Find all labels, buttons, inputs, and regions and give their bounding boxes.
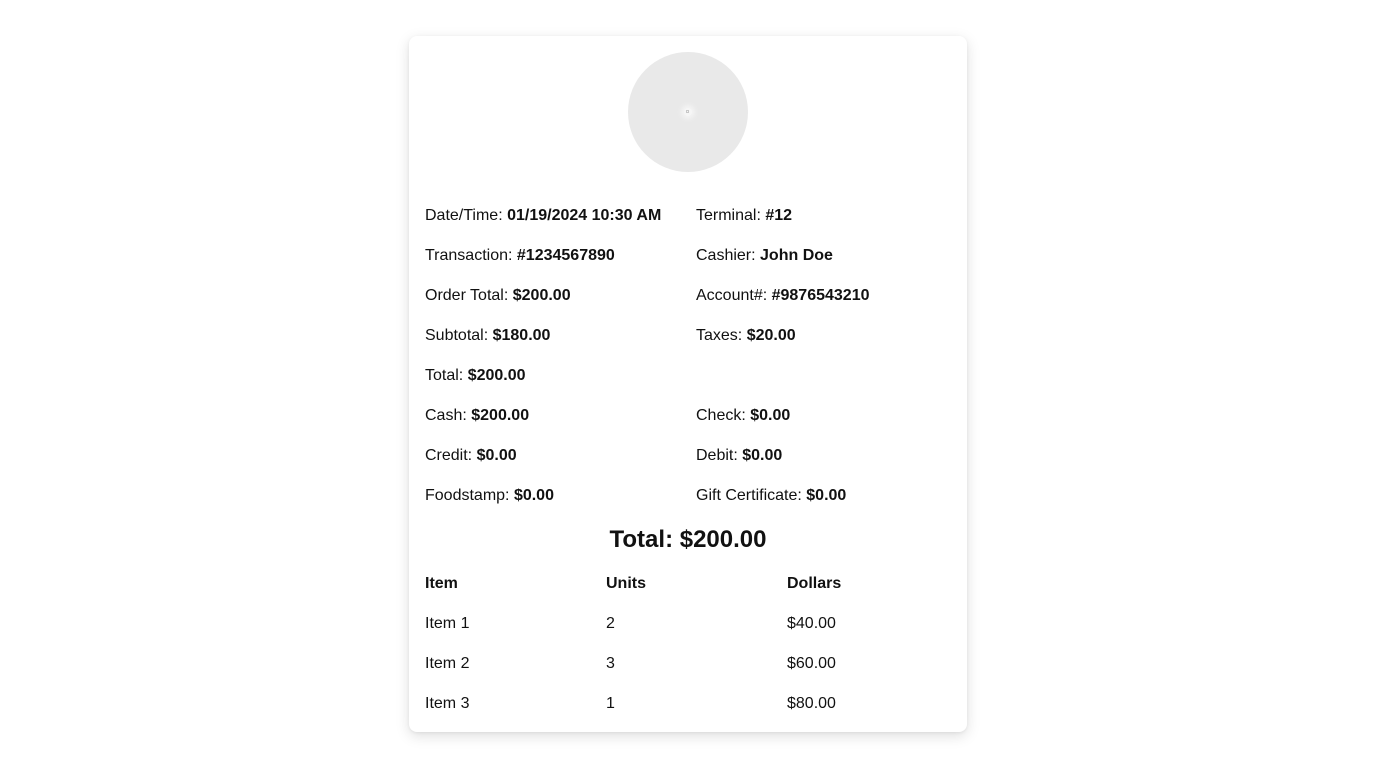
order-total-value: $200.00 [512,287,571,304]
cash-label: Cash: [425,407,467,424]
account-label: Account#: [696,287,768,304]
table-row: Item 1 2 $40.00 [425,612,951,636]
order-total-label: Order Total: [425,287,509,304]
check-field: Check: $0.00 [696,404,790,428]
detail-row: Date/Time: 01/19/2024 10:30 AM Terminal:… [425,204,951,228]
terminal-value: #12 [765,207,793,224]
debit-value: $0.00 [742,447,783,464]
check-label: Check: [696,407,746,424]
column-header-item: Item [425,575,458,592]
check-value: $0.00 [750,407,791,424]
subtotal-value: $180.00 [492,327,551,344]
foodstamp-field: Foodstamp: $0.00 [425,484,554,508]
image-placeholder-icon [684,108,692,116]
total-field: Total: $200.00 [425,364,526,388]
subtotal-field: Subtotal: $180.00 [425,324,550,348]
cashier-value: John Doe [760,247,833,264]
gift-certificate-value: $0.00 [806,487,847,504]
total-label: Total: [425,367,464,384]
debit-field: Debit: $0.00 [696,444,782,468]
transaction-value: #1234567890 [516,247,615,264]
taxes-label: Taxes: [696,327,743,344]
account-value: #9876543210 [771,287,870,304]
item-dollars: $40.00 [787,615,836,632]
cash-field: Cash: $200.00 [425,404,529,428]
gift-certificate-field: Gift Certificate: $0.00 [696,484,846,508]
receipt-card: Date/Time: 01/19/2024 10:30 AM Terminal:… [409,36,967,732]
detail-row: Order Total: $200.00 Account#: #98765432… [425,284,951,308]
credit-value: $0.00 [476,447,517,464]
account-field: Account#: #9876543210 [696,284,870,308]
taxes-field: Taxes: $20.00 [696,324,796,348]
detail-row: Total: $200.00 [425,364,951,388]
item-units: 3 [606,655,615,672]
foodstamp-label: Foodstamp: [425,487,510,504]
datetime-value: 01/19/2024 10:30 AM [507,207,662,224]
table-row: Item 3 1 $80.00 [425,692,951,716]
column-header-dollars: Dollars [787,575,842,592]
subtotal-label: Subtotal: [425,327,489,344]
item-dollars: $80.00 [787,695,836,712]
detail-row: Subtotal: $180.00 Taxes: $20.00 [425,324,951,348]
grand-total: Total: $200.00 [609,526,767,553]
column-header-units: Units [606,575,646,592]
credit-label: Credit: [425,447,473,464]
item-name: Item 3 [425,695,470,712]
order-total-field: Order Total: $200.00 [425,284,571,308]
terminal-field: Terminal: #12 [696,204,792,228]
gift-certificate-label: Gift Certificate: [696,487,802,504]
item-name: Item 2 [425,655,470,672]
debit-label: Debit: [696,447,738,464]
foodstamp-value: $0.00 [513,487,554,504]
item-dollars: $60.00 [787,655,836,672]
taxes-value: $20.00 [746,327,796,344]
datetime-label: Date/Time: [425,207,503,224]
item-units: 2 [606,615,615,632]
transaction-field: Transaction: #1234567890 [425,244,615,268]
table-row: Item 2 3 $60.00 [425,652,951,676]
detail-row: Transaction: #1234567890 Cashier: John D… [425,244,951,268]
item-name: Item 1 [425,615,470,632]
table-header: Item Units Dollars [425,572,951,596]
detail-row: Cash: $200.00 Check: $0.00 [425,404,951,428]
transaction-label: Transaction: [425,247,513,264]
detail-row: Credit: $0.00 Debit: $0.00 [425,444,951,468]
detail-row: Foodstamp: $0.00 Gift Certificate: $0.00 [425,484,951,508]
datetime-field: Date/Time: 01/19/2024 10:30 AM [425,204,661,228]
total-value: $200.00 [467,367,526,384]
store-logo [628,52,748,172]
credit-field: Credit: $0.00 [425,444,517,468]
cashier-label: Cashier: [696,247,756,264]
terminal-label: Terminal: [696,207,761,224]
cash-value: $200.00 [471,407,530,424]
cashier-field: Cashier: John Doe [696,244,833,268]
item-units: 1 [606,695,615,712]
